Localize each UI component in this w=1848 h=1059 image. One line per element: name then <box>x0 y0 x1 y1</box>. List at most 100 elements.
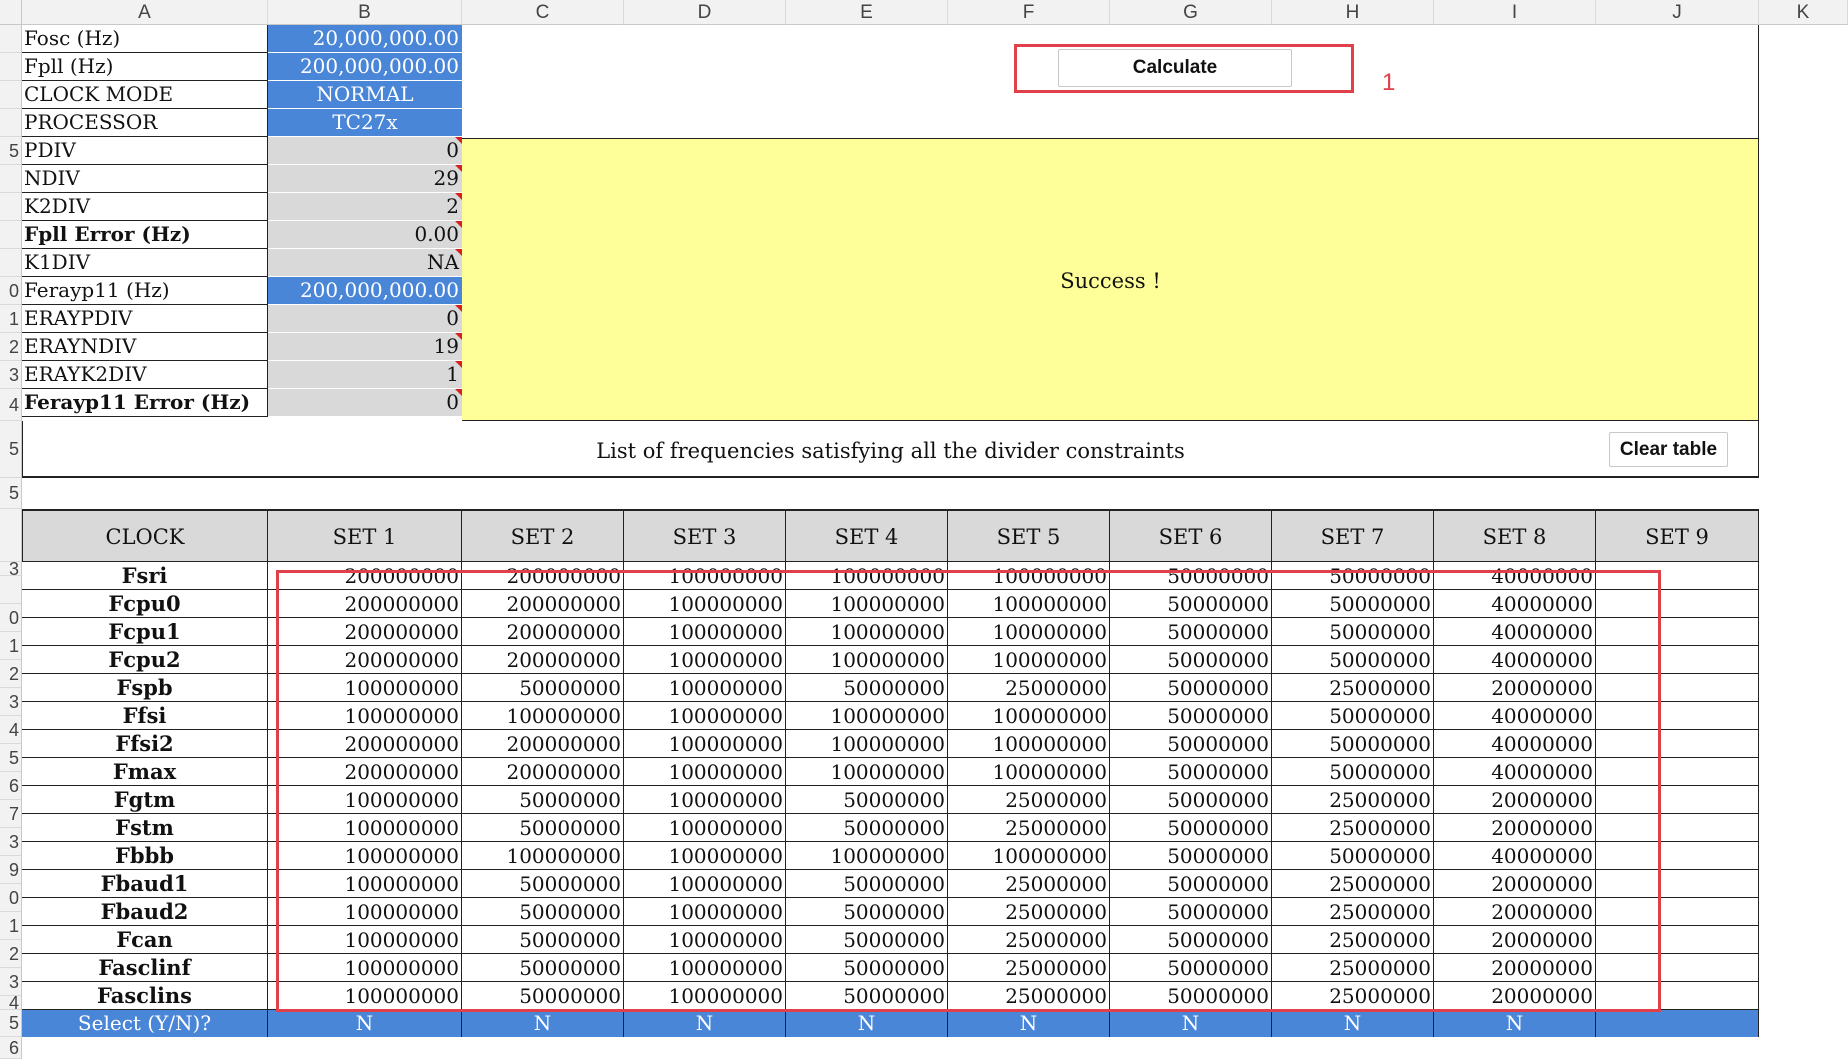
table-cell[interactable]: 50000000 <box>462 814 624 842</box>
table-cell[interactable]: 100000000 <box>624 702 786 730</box>
table-cell[interactable]: 50000000 <box>1110 702 1272 730</box>
table-cell[interactable]: 100000000 <box>624 674 786 702</box>
table-cell[interactable] <box>1596 758 1759 786</box>
column-header[interactable]: F <box>948 0 1110 25</box>
row-header[interactable] <box>0 109 22 137</box>
table-cell[interactable]: 50000000 <box>1110 562 1272 590</box>
table-cell[interactable]: 25000000 <box>1272 674 1434 702</box>
select-cell[interactable] <box>1596 1010 1759 1037</box>
table-cell[interactable] <box>1596 674 1759 702</box>
table-cell[interactable]: 50000000 <box>1272 842 1434 870</box>
param-value[interactable]: 19 <box>268 333 462 361</box>
table-cell[interactable]: 25000000 <box>1272 898 1434 926</box>
row-header[interactable]: 3 <box>0 828 22 856</box>
table-cell[interactable]: 50000000 <box>462 982 624 1010</box>
table-cell[interactable] <box>1596 646 1759 674</box>
table-cell[interactable]: 100000000 <box>268 982 462 1010</box>
table-cell[interactable]: 40000000 <box>1434 562 1596 590</box>
table-cell[interactable]: 25000000 <box>1272 870 1434 898</box>
table-cell[interactable]: 100000000 <box>624 618 786 646</box>
table-cell[interactable]: 200000000 <box>268 590 462 618</box>
table-cell[interactable] <box>1596 814 1759 842</box>
row-header[interactable]: 5 <box>0 478 22 509</box>
table-cell[interactable] <box>1596 842 1759 870</box>
row-header[interactable]: 5 <box>0 744 22 772</box>
row-header[interactable]: 2 <box>0 940 22 968</box>
table-cell[interactable]: 100000000 <box>948 562 1110 590</box>
table-cell[interactable]: 100000000 <box>786 646 948 674</box>
table-cell[interactable]: 25000000 <box>1272 926 1434 954</box>
row-header[interactable] <box>0 53 22 81</box>
table-cell[interactable]: 100000000 <box>268 870 462 898</box>
param-value[interactable]: 0 <box>268 305 462 333</box>
row-header[interactable]: 6 <box>0 772 22 800</box>
param-value[interactable]: 20,000,000.00 <box>268 25 462 53</box>
table-cell[interactable]: 200000000 <box>268 562 462 590</box>
row-header[interactable]: 2 <box>0 660 22 688</box>
table-cell[interactable]: 50000000 <box>462 870 624 898</box>
calculate-button[interactable]: Calculate <box>1058 49 1292 87</box>
column-header[interactable]: C <box>462 0 624 25</box>
table-cell[interactable]: 100000000 <box>624 814 786 842</box>
table-cell[interactable]: 200000000 <box>462 646 624 674</box>
select-cell[interactable]: N <box>1272 1010 1434 1037</box>
table-cell[interactable]: 200000000 <box>268 618 462 646</box>
row-header[interactable]: 9 <box>0 856 22 884</box>
row-header[interactable]: 3 <box>0 688 22 716</box>
table-cell[interactable]: 50000000 <box>786 926 948 954</box>
table-cell[interactable]: 50000000 <box>786 954 948 982</box>
table-cell[interactable]: 100000000 <box>786 702 948 730</box>
table-cell[interactable]: 200000000 <box>462 618 624 646</box>
column-header[interactable]: I <box>1434 0 1596 25</box>
table-cell[interactable]: 20000000 <box>1434 814 1596 842</box>
table-cell[interactable]: 100000000 <box>268 842 462 870</box>
table-cell[interactable]: 50000000 <box>1110 842 1272 870</box>
table-cell[interactable]: 50000000 <box>462 898 624 926</box>
select-cell[interactable]: N <box>268 1010 462 1037</box>
table-cell[interactable] <box>1596 562 1759 590</box>
table-cell[interactable]: 50000000 <box>1110 954 1272 982</box>
table-cell[interactable]: 200000000 <box>462 562 624 590</box>
row-header[interactable]: 1 <box>0 632 22 660</box>
table-cell[interactable]: 20000000 <box>1434 982 1596 1010</box>
table-cell[interactable] <box>1596 982 1759 1010</box>
row-header[interactable]: 3 <box>0 968 22 996</box>
param-value[interactable]: NORMAL <box>268 81 462 109</box>
table-cell[interactable]: 20000000 <box>1434 898 1596 926</box>
table-cell[interactable]: 50000000 <box>1110 982 1272 1010</box>
column-header[interactable]: J <box>1596 0 1759 25</box>
table-cell[interactable]: 100000000 <box>948 646 1110 674</box>
table-cell[interactable]: 25000000 <box>948 674 1110 702</box>
table-cell[interactable]: 50000000 <box>786 982 948 1010</box>
param-value[interactable]: NA <box>268 249 462 277</box>
param-value[interactable]: TC27x <box>268 109 462 137</box>
column-header[interactable]: B <box>268 0 462 25</box>
table-cell[interactable]: 200000000 <box>268 730 462 758</box>
table-cell[interactable]: 100000000 <box>786 758 948 786</box>
row-header[interactable] <box>0 193 22 221</box>
table-cell[interactable]: 100000000 <box>786 618 948 646</box>
row-header[interactable] <box>0 25 22 53</box>
table-cell[interactable]: 50000000 <box>786 870 948 898</box>
table-cell[interactable]: 50000000 <box>1110 786 1272 814</box>
table-cell[interactable]: 40000000 <box>1434 590 1596 618</box>
table-cell[interactable]: 40000000 <box>1434 702 1596 730</box>
table-cell[interactable]: 100000000 <box>462 842 624 870</box>
param-value[interactable]: 0 <box>268 389 462 417</box>
clear-table-button[interactable]: Clear table <box>1609 432 1728 467</box>
table-cell[interactable]: 25000000 <box>1272 982 1434 1010</box>
select-cell[interactable]: N <box>624 1010 786 1037</box>
table-cell[interactable] <box>1596 786 1759 814</box>
table-cell[interactable]: 100000000 <box>624 898 786 926</box>
table-cell[interactable]: 40000000 <box>1434 842 1596 870</box>
table-cell[interactable]: 200000000 <box>462 758 624 786</box>
table-cell[interactable]: 25000000 <box>948 926 1110 954</box>
select-cell[interactable]: N <box>948 1010 1110 1037</box>
table-cell[interactable]: 25000000 <box>1272 814 1434 842</box>
table-cell[interactable]: 100000000 <box>624 954 786 982</box>
row-header[interactable]: 1 <box>0 912 22 940</box>
row-header[interactable]: 4 <box>0 996 22 1010</box>
row-header[interactable]: 7 <box>0 800 22 828</box>
select-all-corner[interactable] <box>0 0 22 25</box>
table-cell[interactable]: 100000000 <box>948 618 1110 646</box>
